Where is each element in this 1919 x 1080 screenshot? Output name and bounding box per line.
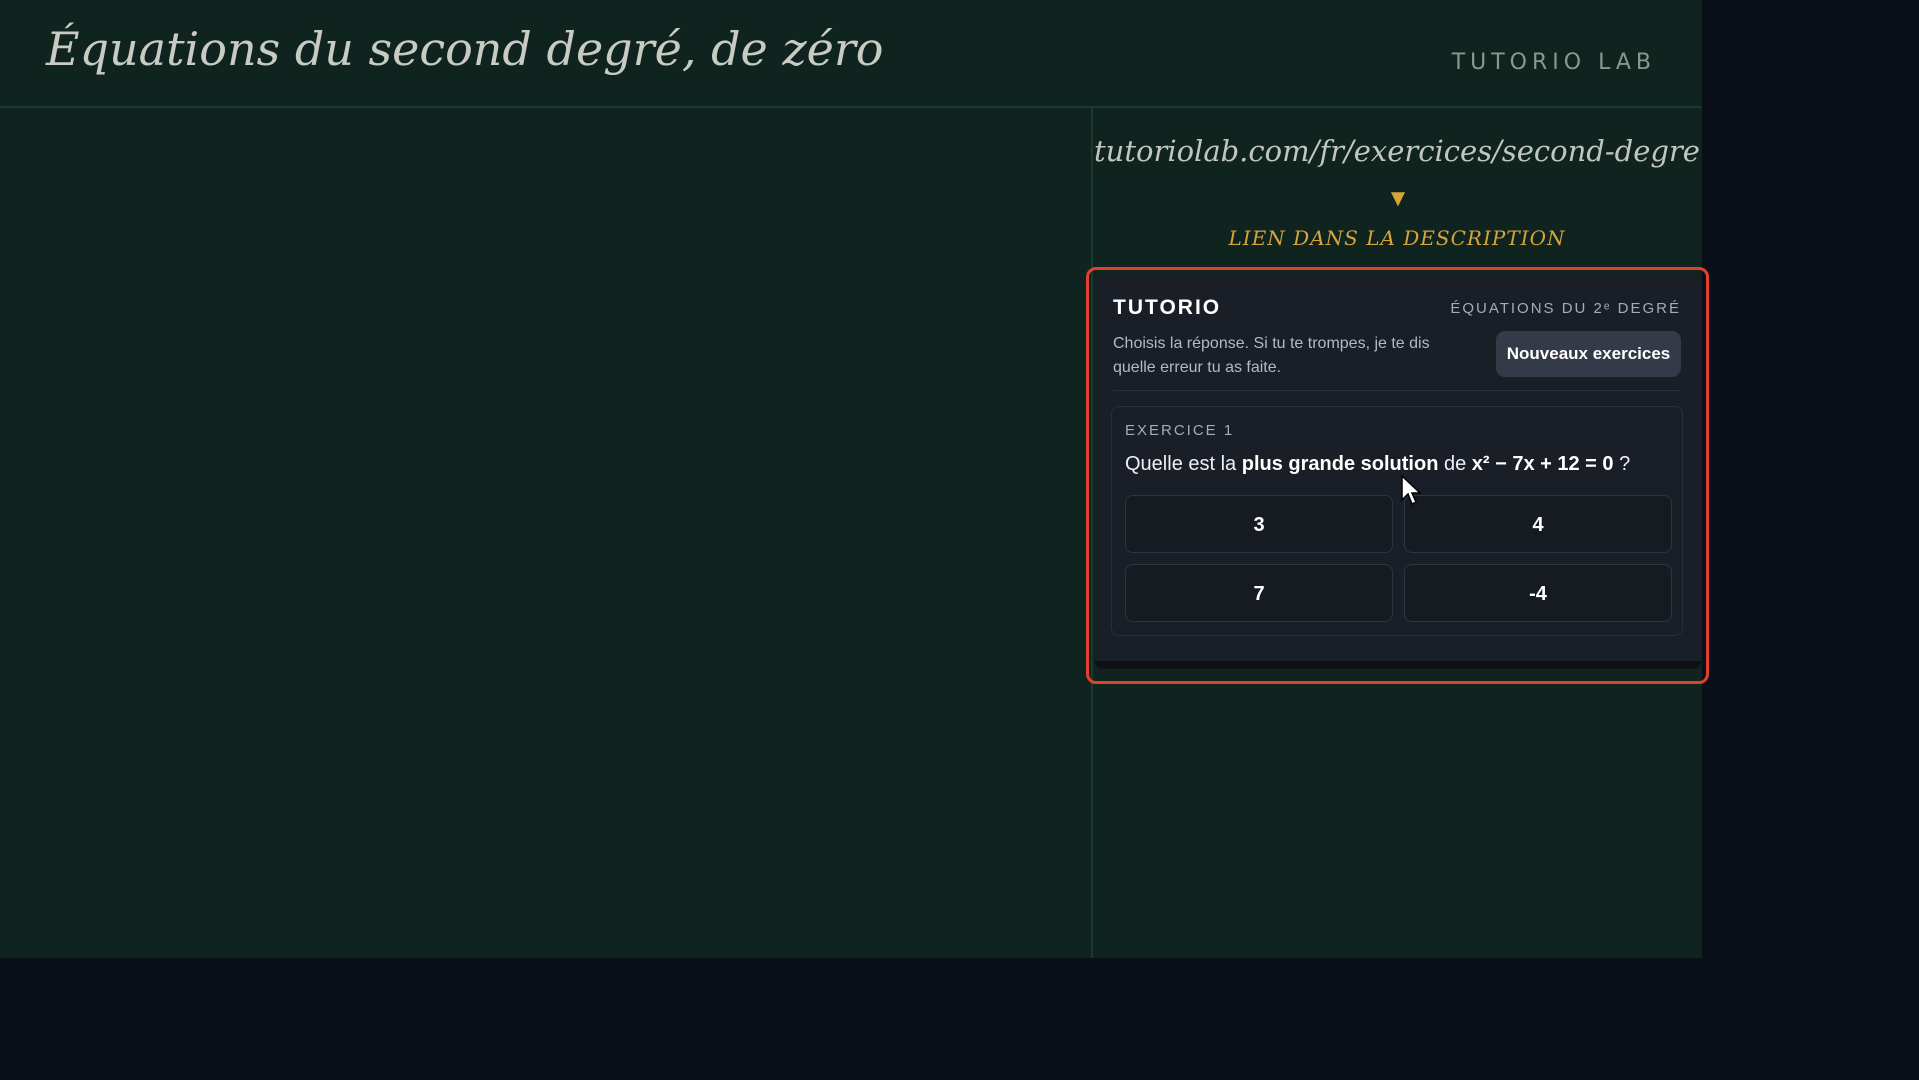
- question-suffix: ?: [1613, 453, 1631, 475]
- exercise-url: tutoriolab.com/fr/exercices/second-degre: [1094, 134, 1700, 168]
- answer-option-1[interactable]: 3: [1125, 495, 1393, 553]
- brand-label: TUTORIO LAB: [1451, 50, 1656, 75]
- down-triangle-icon: ▼: [1386, 185, 1410, 212]
- mouse-cursor-icon: [1401, 475, 1422, 506]
- link-hint: LIEN DANS LA DESCRIPTION: [1228, 226, 1566, 250]
- exercise-question: Quelle est la plus grande solution de x²…: [1125, 453, 1630, 476]
- question-emphasis: plus grande solution: [1241, 453, 1439, 475]
- new-exercises-button[interactable]: Nouveaux exercices: [1496, 331, 1681, 377]
- page-title: Équations du second degré, de zéro: [46, 22, 884, 76]
- answer-option-3[interactable]: 7: [1125, 564, 1393, 622]
- question-prefix: Quelle est la: [1125, 453, 1242, 475]
- header: Équations du second degré, de zéro TUTOR…: [0, 0, 1702, 108]
- widget-topic: ÉQUATIONS DU 2ᵉ DEGRÉ: [1450, 300, 1681, 317]
- exercise-panel: EXERCICE 1 Quelle est la plus grande sol…: [1111, 406, 1683, 636]
- question-mid: de: [1438, 453, 1472, 475]
- answer-option-4[interactable]: -4: [1404, 564, 1672, 622]
- answer-option-2[interactable]: 4: [1404, 495, 1672, 553]
- question-equation: x² − 7x + 12 = 0: [1471, 453, 1614, 475]
- exercise-label: EXERCICE 1: [1125, 422, 1235, 439]
- tutorio-widget: TUTORIO ÉQUATIONS DU 2ᵉ DEGRÉ Choisis la…: [1095, 274, 1701, 669]
- widget-brand: TUTORIO: [1113, 296, 1222, 319]
- widget-separator: [1113, 390, 1681, 391]
- widget-instructions: Choisis la réponse. Si tu te trompes, je…: [1113, 335, 1430, 376]
